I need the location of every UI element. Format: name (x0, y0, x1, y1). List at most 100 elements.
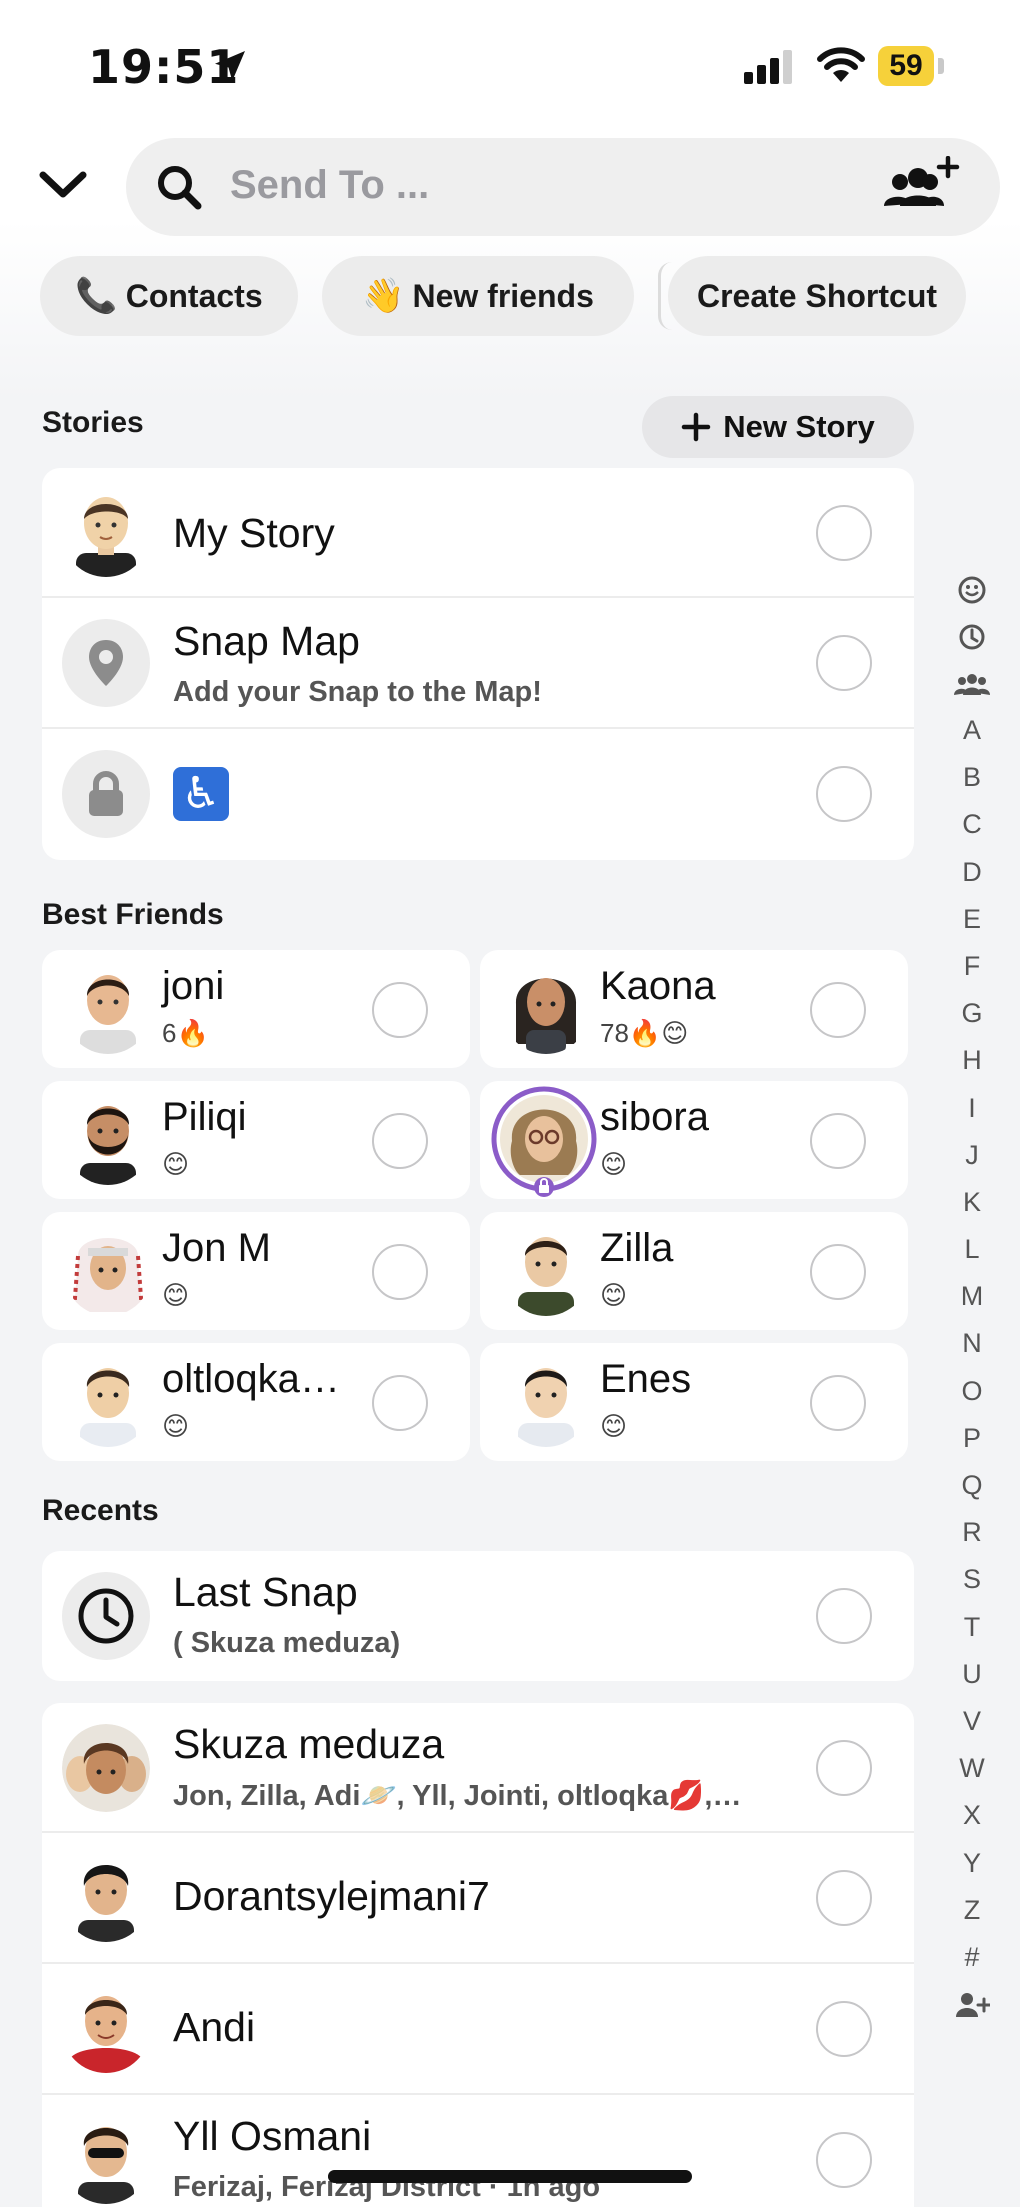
index-letter[interactable]: T (952, 1604, 992, 1651)
friend-streak: 6🔥 (162, 1018, 209, 1048)
index-letter[interactable]: R (952, 1509, 992, 1556)
new-story-button[interactable]: New Story (642, 396, 914, 458)
story-name: Snap Map (173, 618, 360, 664)
add-friends-icon[interactable] (882, 156, 960, 214)
friend-emoji: 😊 (162, 1280, 190, 1310)
create-shortcut-label: Create Shortcut (696, 277, 938, 314)
friend-emoji: 😊 (600, 1280, 628, 1310)
select-radio[interactable] (816, 1740, 872, 1796)
contacts-chip[interactable]: 📞 Contacts (40, 256, 298, 336)
best-friend-tile-jon-m[interactable]: Jon M 😊 (42, 1212, 470, 1330)
friend-name: Piliqi (162, 1095, 247, 1139)
avatar (80, 1368, 136, 1447)
select-radio[interactable] (810, 1375, 866, 1431)
story-row-private[interactable]: ♿ (42, 729, 914, 860)
home-indicator (328, 2170, 692, 2183)
select-radio[interactable] (816, 2132, 872, 2188)
friend-emoji: 😊 (600, 1411, 628, 1441)
index-letter[interactable]: W (952, 1745, 992, 1792)
index-letter[interactable]: H (952, 1037, 992, 1084)
select-radio[interactable] (810, 1113, 866, 1169)
index-letter[interactable]: M (952, 1273, 992, 1320)
recent-row-last-snap[interactable]: Last Snap ( Skuza meduza) (42, 1551, 914, 1681)
index-letter[interactable]: D (952, 849, 992, 896)
best-friend-tile-kaona[interactable]: Kaona 78🔥😊 (480, 950, 908, 1068)
select-radio[interactable] (816, 1870, 872, 1926)
add-friend-icon[interactable] (952, 1981, 992, 2028)
index-letter[interactable]: A (952, 707, 992, 754)
select-radio[interactable] (810, 982, 866, 1038)
avatar (78, 2127, 134, 2204)
stories-heading: Stories (42, 406, 144, 439)
select-radio[interactable] (372, 1113, 428, 1169)
wheelchair-symbol: ♿ (173, 767, 229, 821)
recent-row-yll-osmani[interactable]: Yll Osmani Ferizaj, Ferizaj District · 1… (42, 2095, 914, 2207)
select-radio[interactable] (810, 1244, 866, 1300)
index-letter[interactable]: S (952, 1556, 992, 1603)
new-friends-chip[interactable]: 👋 New friends (322, 256, 634, 336)
story-row-snap-map[interactable]: Snap Map Add your Snap to the Map! (42, 598, 914, 729)
contacts-label: Contacts (125, 277, 263, 314)
avatar-story-ring (491, 1086, 597, 1197)
index-letter[interactable]: Z (952, 1887, 992, 1934)
index-letter[interactable]: O (952, 1368, 992, 1415)
index-letter[interactable]: V (952, 1698, 992, 1745)
index-letter[interactable]: X (952, 1792, 992, 1839)
index-letter[interactable]: B (952, 754, 992, 801)
groups-icon[interactable] (952, 660, 992, 707)
best-friend-tile-zilla[interactable]: Zilla 😊 (480, 1212, 908, 1330)
index-letter[interactable]: E (952, 896, 992, 943)
index-letter[interactable]: I (952, 1085, 992, 1132)
index-letter[interactable]: # (952, 1934, 992, 1981)
recent-clock-icon[interactable] (952, 613, 992, 660)
avatar (518, 1237, 574, 1316)
select-radio[interactable] (372, 1244, 428, 1300)
index-letter[interactable]: G (952, 990, 992, 1037)
new-story-label: New Story (723, 409, 875, 444)
index-letter[interactable]: C (952, 801, 992, 848)
clock-icon (78, 1588, 134, 1644)
create-shortcut-chip[interactable]: Create Shortcut (668, 256, 966, 336)
recent-subtitle: Jon, Zilla, Adi🪐, Yll, Jointi, oltloqka💋… (173, 1780, 742, 1812)
index-letter[interactable]: Y (952, 1840, 992, 1887)
best-friend-tile-oltloqka[interactable]: oltloqka… 😊 (42, 1343, 470, 1461)
select-radio[interactable] (816, 2001, 872, 2057)
index-letter[interactable]: F (952, 943, 992, 990)
recent-row-andi[interactable]: Andi (42, 1964, 914, 2095)
index-letter[interactable]: K (952, 1179, 992, 1226)
best-friend-tile-sibora[interactable]: sibora 😊 (480, 1081, 908, 1199)
avatar (518, 1368, 574, 1447)
recent-row-dorantsylejmani7[interactable]: Dorantsylejmani7 (42, 1833, 914, 1964)
index-letter[interactable]: J (952, 1132, 992, 1179)
select-radio[interactable] (816, 505, 872, 561)
battery-level: 59 (878, 46, 934, 86)
recent-subtitle: ( Skuza meduza) (173, 1627, 401, 1659)
select-radio[interactable] (372, 982, 428, 1038)
cellular-signal-icon (744, 50, 792, 84)
index-letter[interactable]: L (952, 1226, 992, 1273)
recent-name: Andi (173, 2004, 256, 2050)
best-friend-tile-joni[interactable]: joni 6🔥 (42, 950, 470, 1068)
index-letter[interactable]: Q (952, 1462, 992, 1509)
index-letter[interactable]: U (952, 1651, 992, 1698)
index-letter[interactable]: N (952, 1320, 992, 1367)
friend-emoji: 😊 (600, 1149, 628, 1179)
best-friend-tile-enes[interactable]: Enes 😊 (480, 1343, 908, 1461)
best-friend-tile-piliqi[interactable]: Piliqi 😊 (42, 1081, 470, 1199)
select-radio[interactable] (816, 1588, 872, 1644)
search-input[interactable]: Send To ... (230, 163, 429, 208)
recent-row-skuza-meduza[interactable]: Skuza meduza Jon, Zilla, Adi🪐, Yll, Join… (42, 1703, 914, 1833)
avatar (515, 978, 577, 1054)
index-letter[interactable]: P (952, 1415, 992, 1462)
group-avatar (62, 1724, 150, 1812)
recent-name: Skuza meduza (173, 1721, 445, 1767)
alphabet-index[interactable]: A B C D E F G H I J K L M N O P Q R S T … (952, 566, 992, 2028)
story-row-my-story[interactable]: My Story (42, 468, 914, 598)
select-radio[interactable] (372, 1375, 428, 1431)
smiley-icon[interactable] (952, 566, 992, 613)
select-radio[interactable] (816, 766, 872, 822)
search-bar[interactable]: Send To ... (126, 138, 1000, 236)
chevron-down-icon[interactable] (38, 170, 88, 200)
select-radio[interactable] (816, 635, 872, 691)
waving-hand-icon: 👋 (362, 277, 405, 315)
